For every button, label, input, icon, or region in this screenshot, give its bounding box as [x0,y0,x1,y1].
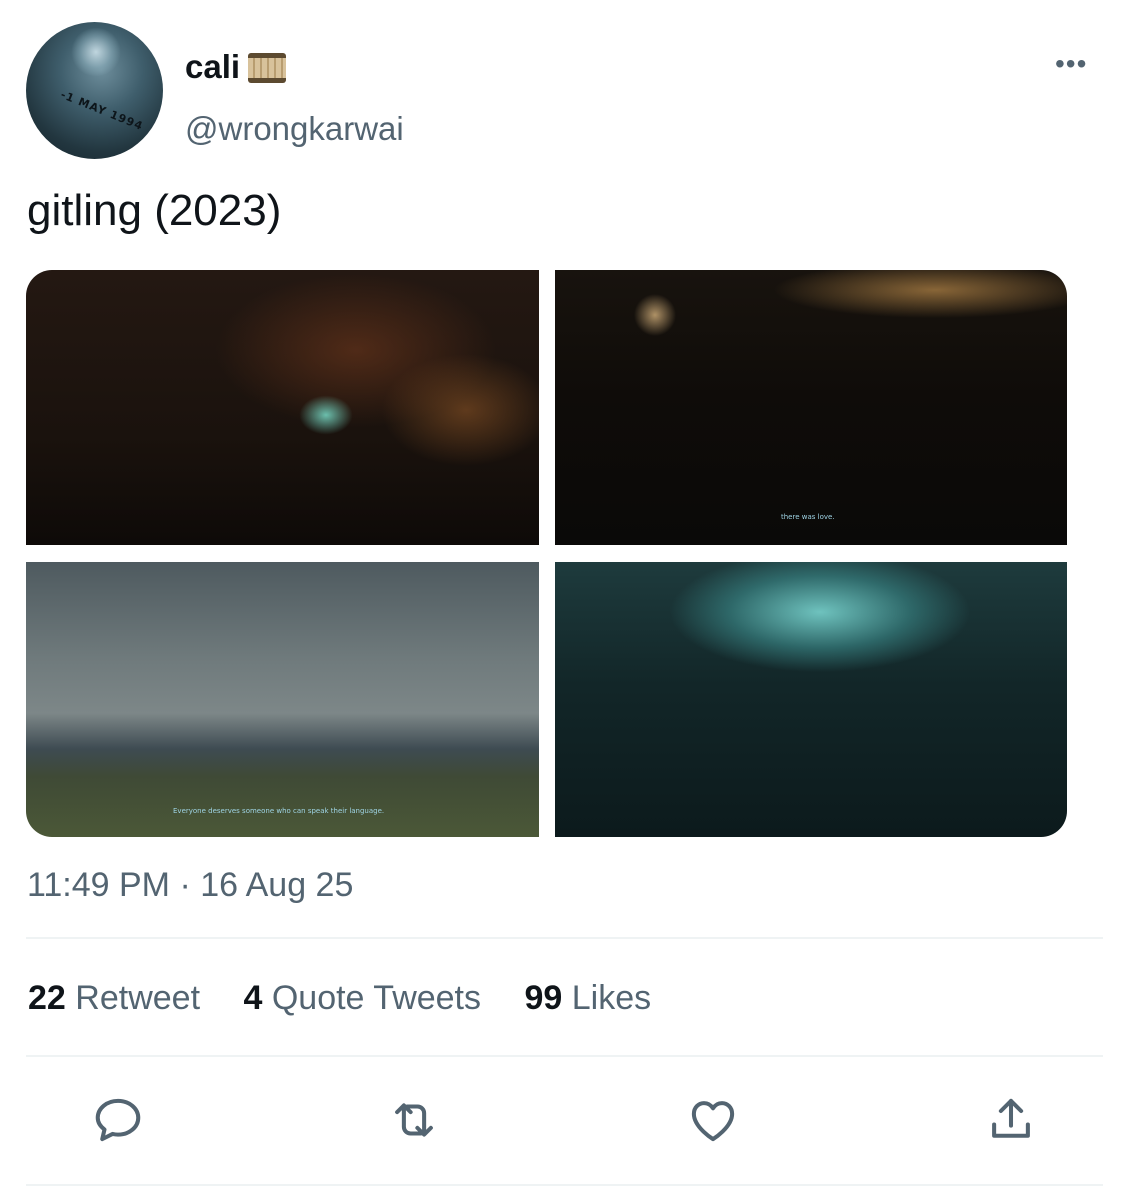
like-icon [691,1101,735,1142]
like-count-value: 99 [524,979,563,1017]
retweet-count-value: 22 [28,979,66,1017]
quote-count-value: 4 [243,979,263,1017]
media-image-3[interactable]: Everyone deserves someone who can speak … [26,562,539,837]
divider [26,937,1103,939]
tweet-timestamp[interactable]: 11:49 PM · 16 Aug 25 [27,866,353,905]
film-emoji-icon [248,53,286,83]
retweet-count-label: Retweet [75,979,201,1017]
avatar-highlight [70,28,122,76]
like-count-label: Likes [571,979,652,1017]
like-button[interactable] [686,1093,740,1147]
reply-icon [95,1098,141,1142]
media-subtitle: Everyone deserves someone who can speak … [173,807,385,815]
avatar-stamp-text: -1 MAY 1994 [58,88,146,133]
quote-count-label: Quote Tweets [271,979,482,1017]
divider [26,1184,1103,1186]
like-count[interactable]: 99 Likes [524,979,651,1018]
media-subtitle: there was love. [781,513,835,521]
quote-count[interactable]: 4 Quote Tweets [243,979,481,1018]
avatar[interactable]: -1 MAY 1994 [26,22,163,159]
user-handle[interactable]: @wrongkarwai [185,110,404,148]
engagement-stats: 22 Retweet 4 Quote Tweets 99 Likes [28,979,651,1018]
display-name[interactable]: cali [185,48,240,86]
retweet-icon [395,1103,433,1137]
share-icon [992,1098,1030,1138]
retweet-button[interactable] [387,1093,441,1147]
media-image-4[interactable] [555,562,1067,837]
retweet-count[interactable]: 22 Retweet [28,979,200,1018]
reply-button[interactable] [91,1093,145,1147]
share-button[interactable] [984,1093,1038,1147]
media-image-2[interactable]: there was love. [555,270,1067,545]
media-image-1[interactable] [26,270,539,545]
media-grid: there was love. Everyone deserves someon… [26,270,1067,837]
tweet-text: gitling (2023) [27,186,282,235]
divider [26,1055,1103,1057]
more-icon[interactable]: ••• [1055,50,1087,78]
